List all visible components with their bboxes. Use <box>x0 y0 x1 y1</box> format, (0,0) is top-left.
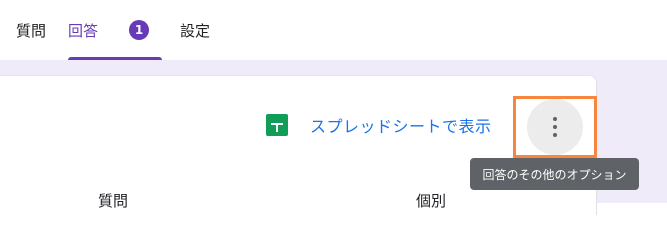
more-vert-icon <box>553 117 557 137</box>
tab-responses[interactable]: 回答 1 <box>68 0 162 60</box>
google-sheets-icon <box>266 114 288 136</box>
view-in-sheets-link[interactable]: スプレッドシートで表示 <box>266 113 492 137</box>
more-options-button[interactable] <box>527 99 583 155</box>
responses-count-badge: 1 <box>129 20 149 40</box>
responses-card <box>0 75 597 215</box>
summary-tab-individual[interactable]: 個別 <box>416 190 446 211</box>
summary-tab-questions[interactable]: 質問 <box>98 190 128 211</box>
tab-questions[interactable]: 質問 <box>16 0 46 60</box>
form-tab-bar: 質問 回答 1 設定 <box>0 0 667 60</box>
tab-settings-label: 設定 <box>180 21 211 40</box>
tab-responses-label: 回答 <box>68 21 99 40</box>
tab-questions-label: 質問 <box>16 21 47 40</box>
tooltip-text: 回答のその他のオプション <box>482 167 627 182</box>
tab-settings[interactable]: 設定 <box>180 0 210 60</box>
view-in-sheets-label: スプレッドシートで表示 <box>310 117 492 136</box>
more-options-tooltip: 回答のその他のオプション <box>470 158 639 190</box>
